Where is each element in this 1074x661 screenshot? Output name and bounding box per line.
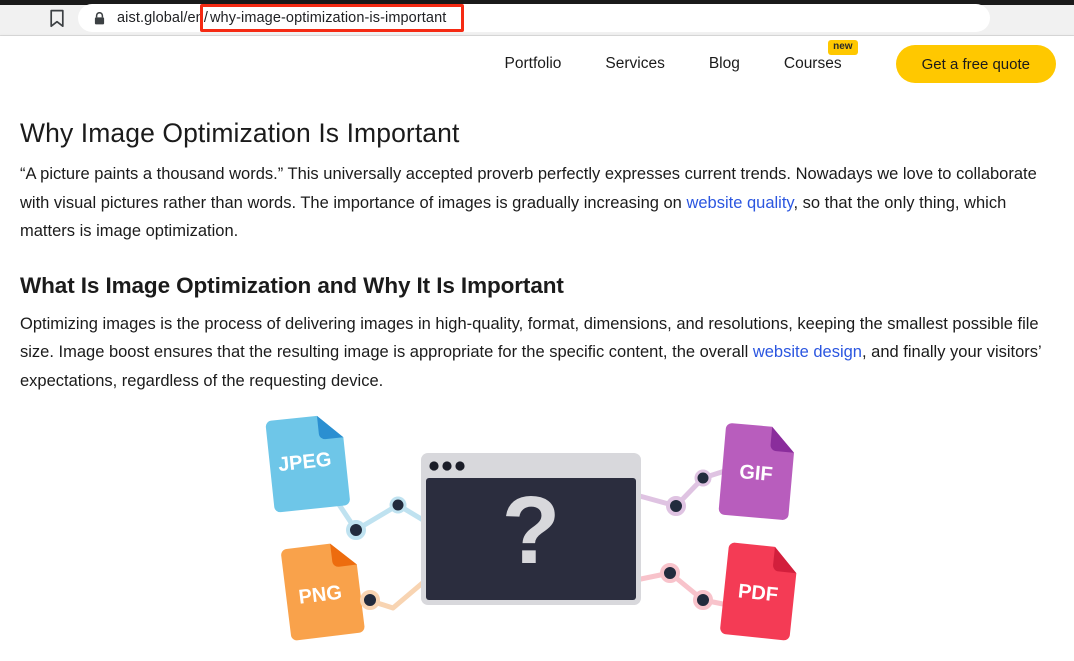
svg-text:GIF: GIF (738, 461, 773, 486)
section-paragraph: Optimizing images is the process of deli… (20, 310, 1054, 396)
article-content: Why Image Optimization Is Important “A p… (0, 92, 1074, 656)
intro-paragraph: “A picture paints a thousand words.” Thi… (20, 160, 1054, 246)
node-pdf-b (693, 590, 713, 610)
new-badge: new (828, 40, 858, 55)
file-card-jpeg: JPEG (265, 415, 350, 513)
nav-item-services[interactable]: Services (605, 55, 664, 73)
nav-item-courses-label: Courses (783, 55, 842, 72)
nav-item-portfolio[interactable]: Portfolio (505, 55, 562, 73)
url-origin: aist.global/en/ (117, 10, 208, 26)
browser-toolbar: aist.global/en/why-image-optimization-is… (0, 0, 1074, 36)
file-card-png: PNG (281, 543, 365, 641)
bookmark-icon[interactable] (49, 9, 65, 28)
link-website-design[interactable]: website design (753, 343, 862, 361)
nav-item-courses[interactable]: Courses new (783, 40, 858, 73)
lock-icon[interactable] (94, 11, 105, 25)
connector-pdf (633, 570, 736, 609)
node-png-a (360, 590, 380, 610)
url-text[interactable]: aist.global/en/why-image-optimization-is… (117, 9, 448, 27)
nav-item-blog[interactable]: Blog (709, 55, 740, 73)
site-navigation: Portfolio Services Blog Courses new Get … (0, 36, 1074, 92)
node-gif-a (666, 496, 686, 516)
svg-text:PDF: PDF (737, 580, 779, 606)
browser-window-placeholder: ? (421, 453, 641, 605)
url-bar[interactable]: aist.global/en/why-image-optimization-is… (78, 4, 990, 32)
node-jpeg-a (346, 520, 366, 540)
node-pdf-a (660, 563, 680, 583)
section-heading: What Is Image Optimization and Why It Is… (20, 272, 564, 298)
node-gif-b (694, 469, 712, 487)
file-card-pdf: PDF (720, 542, 797, 641)
image-format-illustration: JPEG PNG GIF PDF ? (258, 408, 804, 656)
file-card-gif: GIF (718, 423, 794, 520)
link-website-quality[interactable]: website quality (686, 194, 793, 212)
get-a-free-quote-button[interactable]: Get a free quote (895, 45, 1056, 83)
url-path-highlighted: why-image-optimization-is-important (209, 10, 447, 26)
node-jpeg-b (389, 496, 407, 514)
page-title: Why Image Optimization Is Important (20, 118, 460, 148)
question-mark-glyph: ? (502, 477, 561, 584)
